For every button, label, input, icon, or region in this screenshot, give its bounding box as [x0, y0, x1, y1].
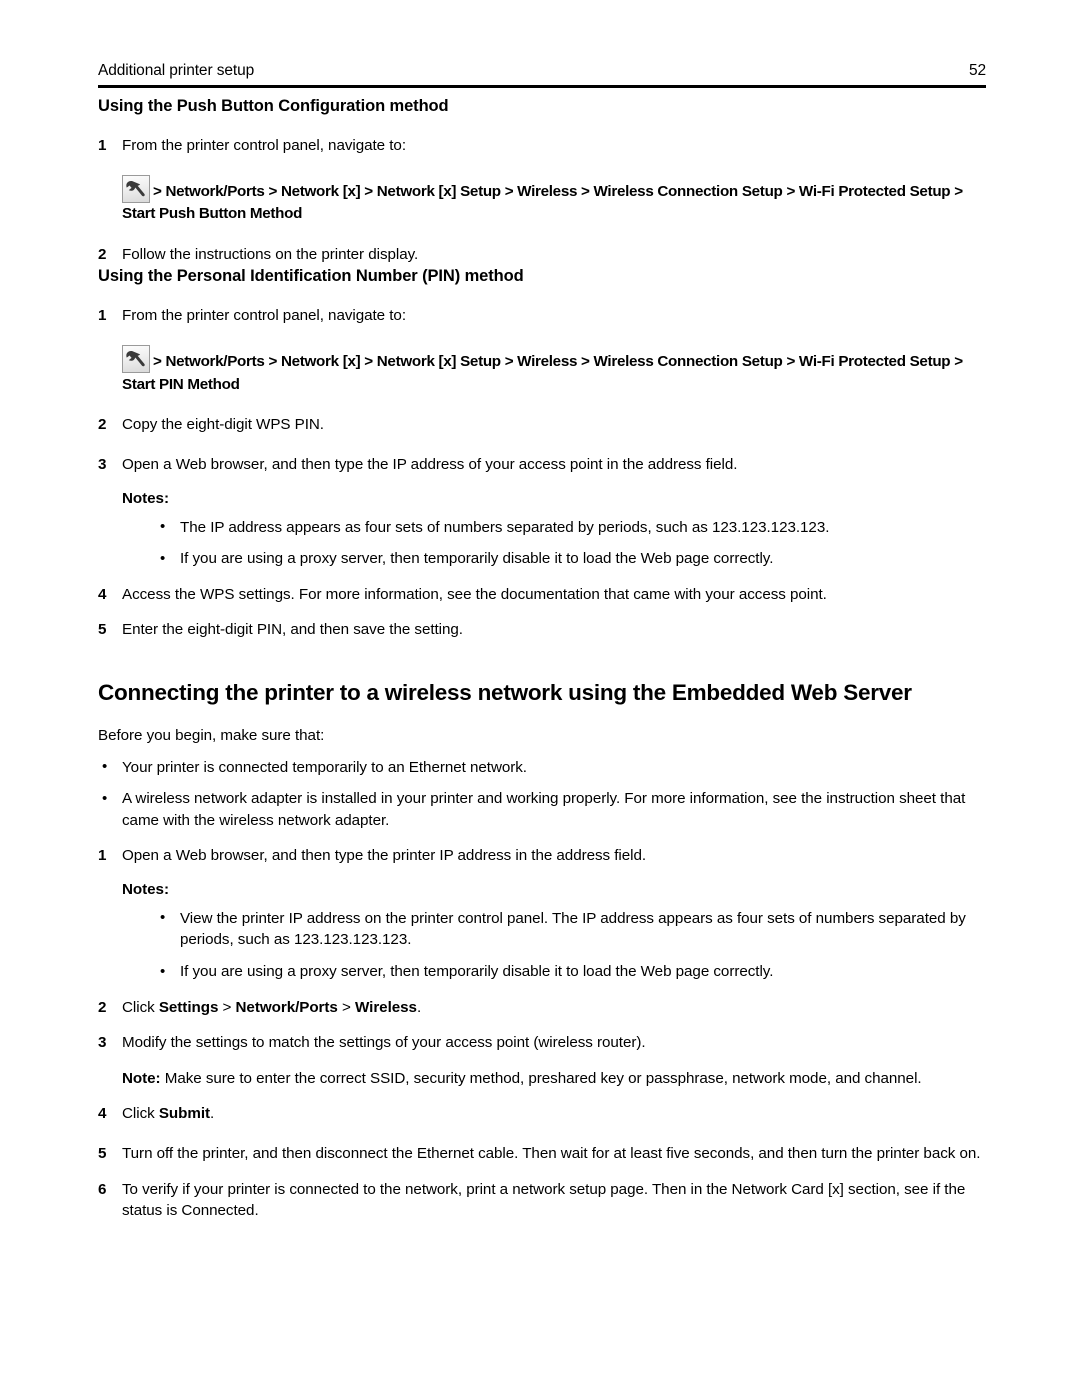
step-text: Follow the instructions on the printer d… [122, 246, 419, 264]
step-text: Access the WPS settings. For more inform… [122, 585, 827, 603]
note-label: Note: [122, 1069, 161, 1087]
bullet-icon: • [102, 758, 108, 776]
pin-step-1: 1 From the printer control panel, naviga… [98, 305, 986, 327]
ews-step-4: 4 Click Submit. [98, 1103, 986, 1125]
prerequisite-item: • A wireless network adapter is installe… [98, 788, 986, 831]
note-item: • View the printer IP address on the pri… [156, 908, 986, 951]
step-number: 4 [98, 585, 107, 603]
pin-navigation-path: > Network/Ports > Network [x] > Network … [98, 344, 986, 397]
menu-separator: > [218, 998, 236, 1016]
submit-button-label: Submit [158, 1105, 210, 1123]
header-rule [98, 84, 986, 88]
step-text: From the printer control panel, navigate… [122, 307, 406, 325]
menu-settings: Settings [158, 998, 219, 1016]
pbc-step-1: 1 From the printer control panel, naviga… [98, 135, 986, 157]
note-text: If you are using a proxy server, then te… [180, 550, 774, 568]
ews-notes-block: Notes: • View the printer IP address on … [98, 881, 986, 983]
step-text: To verify if your printer is connected t… [122, 1180, 966, 1220]
step-text: Modify the settings to match the setting… [122, 1034, 646, 1052]
heading-embedded-web-server: Connecting the printer to a wireless net… [98, 679, 912, 705]
pbc-step-2: 2 Follow the instructions on the printer… [98, 244, 986, 266]
step-text-suffix: . [210, 1105, 215, 1123]
pin-notes-block: Notes: • The IP address appears as four … [98, 490, 986, 570]
step-text-suffix: . [416, 998, 422, 1016]
pbc-navigation-path: > Network/Ports > Network [x] > Network … [98, 174, 986, 227]
note-text: Make sure to enter the correct SSID, sec… [160, 1069, 922, 1087]
ews-prerequisite-list: • Your printer is connected temporarily … [98, 757, 986, 832]
step-number: 3 [98, 1034, 107, 1052]
step-text-prefix: Click [122, 1105, 159, 1123]
step-text: Open a Web browser, and then type the pr… [122, 847, 647, 865]
bullet-icon: • [160, 909, 166, 927]
navigation-path-text: > Network/Ports > Network [x] > Network … [122, 352, 963, 393]
ews-inline-note: Note: Make sure to enter the correct SSI… [98, 1068, 986, 1090]
pin-step-5: 5 Enter the eight-digit PIN, and then sa… [98, 619, 986, 641]
step-text: Open a Web browser, and then type the IP… [122, 455, 738, 473]
step-number: 1 [98, 307, 107, 325]
menu-wireless: Wireless [355, 998, 417, 1016]
step-number: 5 [98, 1144, 107, 1162]
pin-step-4: 4 Access the WPS settings. For more info… [98, 584, 986, 606]
step-number: 2 [98, 998, 107, 1016]
step-text: Copy the eight-digit WPS PIN. [122, 416, 324, 434]
navigation-path-text: > Network/Ports > Network [x] > Network … [122, 182, 963, 223]
menu-separator: > [337, 998, 355, 1016]
bullet-icon: • [160, 518, 166, 536]
prerequisite-text: A wireless network adapter is installed … [122, 790, 966, 829]
note-text: View the printer IP address on the print… [180, 909, 966, 949]
notes-label: Notes: [122, 489, 169, 507]
note-text: If you are using a proxy server, then te… [180, 963, 774, 981]
notes-label: Notes: [122, 880, 169, 898]
page-content: Additional printer setup 52 Using the Pu… [98, 62, 986, 1222]
ews-step-2: 2 Click Settings > Network/Ports > Wirel… [98, 997, 986, 1019]
page-header: Additional printer setup 52 [98, 62, 986, 81]
pin-step-2: 2 Copy the eight-digit WPS PIN. [98, 414, 986, 436]
step-number: 3 [98, 455, 107, 473]
step-number: 2 [98, 416, 107, 434]
ews-intro-text: Before you begin, make sure that: [98, 726, 325, 744]
bullet-icon: • [160, 549, 166, 567]
ews-step-1: 1 Open a Web browser, and then type the … [98, 845, 986, 867]
bullet-icon: • [160, 962, 166, 980]
step-text-prefix: Click [122, 998, 159, 1016]
heading-pin-method: Using the Personal Identification Number… [98, 266, 524, 285]
ews-step-6: 6 To verify if your printer is connected… [98, 1179, 986, 1222]
header-title: Additional printer setup [98, 62, 255, 79]
ews-step-5: 5 Turn off the printer, and then disconn… [98, 1143, 986, 1165]
note-item: • The IP address appears as four sets of… [156, 517, 986, 539]
step-number: 4 [98, 1105, 107, 1123]
menu-network-ports: Network/Ports [235, 998, 338, 1016]
prerequisite-item: • Your printer is connected temporarily … [98, 757, 986, 779]
bullet-icon: • [102, 789, 108, 807]
step-number: 2 [98, 246, 107, 264]
document-page: Additional printer setup 52 Using the Pu… [0, 0, 1080, 1397]
note-item: • If you are using a proxy server, then … [156, 548, 986, 570]
wrench-icon [122, 344, 150, 373]
step-number: 1 [98, 847, 107, 865]
pin-step-3: 3 Open a Web browser, and then type the … [98, 454, 986, 476]
note-item: • If you are using a proxy server, then … [156, 961, 986, 983]
step-number: 6 [98, 1180, 107, 1198]
page-number: 52 [968, 62, 986, 79]
heading-push-button-configuration: Using the Push Button Configuration meth… [98, 96, 449, 115]
step-number: 5 [98, 621, 107, 639]
step-text: Turn off the printer, and then disconnec… [122, 1144, 981, 1162]
step-text: Enter the eight-digit PIN, and then save… [122, 621, 463, 639]
note-text: The IP address appears as four sets of n… [180, 518, 830, 536]
wrench-icon [122, 174, 150, 203]
ews-step-3: 3 Modify the settings to match the setti… [98, 1032, 986, 1054]
step-text: From the printer control panel, navigate… [122, 137, 406, 155]
step-number: 1 [98, 137, 107, 155]
prerequisite-text: Your printer is connected temporarily to… [122, 758, 527, 776]
